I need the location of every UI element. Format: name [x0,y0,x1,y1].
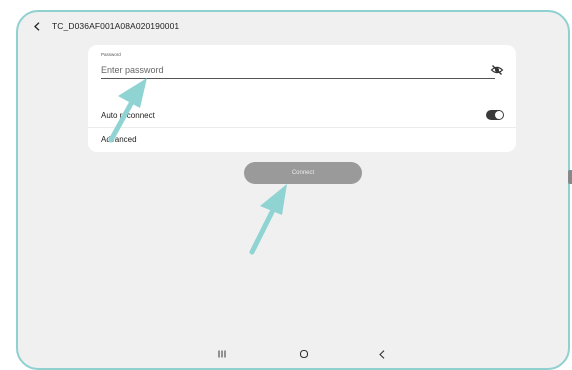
home-icon [299,349,309,359]
show-password-button[interactable] [490,63,504,77]
navigation-bar [18,342,568,368]
tablet-screen: TC_D036AF001A08A020190001 Password Auto … [16,10,570,370]
chevron-left-icon [34,21,40,31]
network-name-title: TC_D036AF001A08A020190001 [52,21,180,31]
auto-reconnect-toggle[interactable] [486,110,504,120]
side-handle [568,170,572,184]
auto-reconnect-row: Auto reconnect [88,102,516,128]
wifi-settings-card: Password Auto reconnect Advanced [88,45,516,152]
back-button[interactable] [30,18,44,34]
advanced-label: Advanced [101,135,137,144]
nav-back-button[interactable] [372,346,392,362]
password-label: Password [101,52,121,57]
top-bar: TC_D036AF001A08A020190001 [30,18,179,34]
auto-reconnect-label: Auto reconnect [101,111,155,120]
nav-back-icon [379,349,385,359]
advanced-row[interactable]: Advanced [88,129,516,151]
connect-button[interactable]: Connect [244,162,362,184]
eye-off-icon [490,65,504,75]
toggle-knob [495,111,503,119]
home-button[interactable] [294,346,314,362]
recents-icon [218,350,226,358]
password-input[interactable] [101,62,495,79]
recents-button[interactable] [212,346,232,362]
